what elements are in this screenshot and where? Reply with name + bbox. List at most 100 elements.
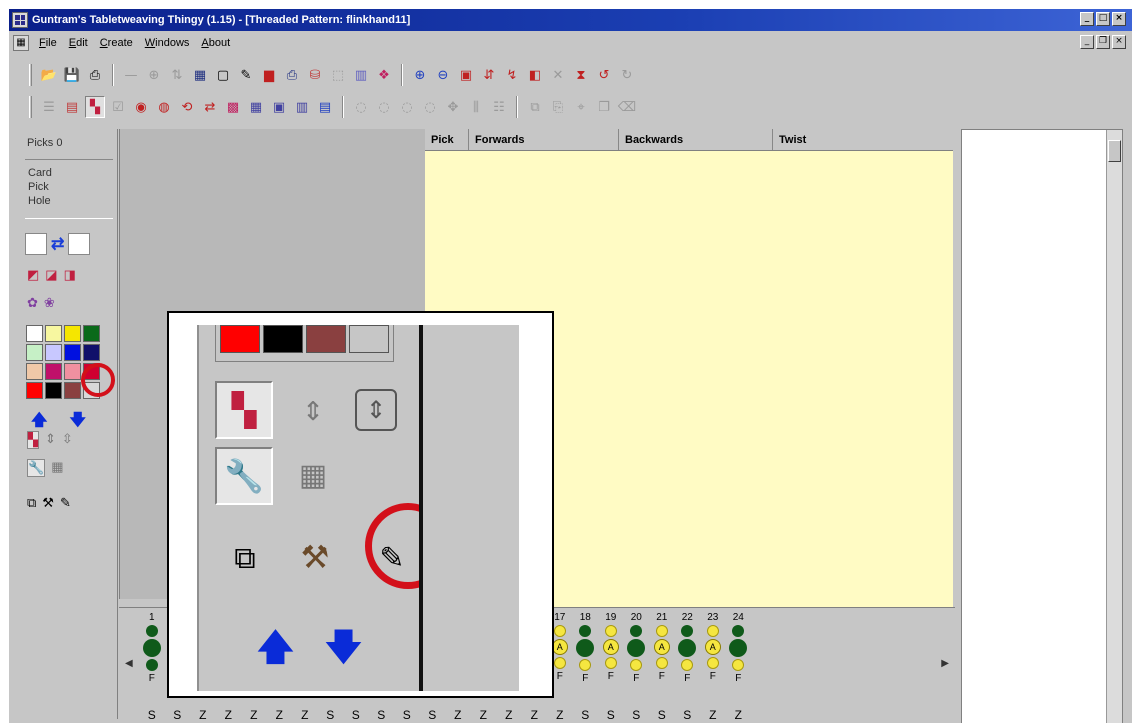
thread-hole-yellow[interactable] <box>553 657 566 669</box>
sz-threading-label[interactable]: S <box>318 708 344 722</box>
thread-hole-yellow[interactable] <box>630 659 643 671</box>
background-color-swatch[interactable] <box>68 233 91 255</box>
thread-hole-green[interactable] <box>630 625 643 637</box>
weave-view-icon[interactable]: ▚ <box>85 96 105 118</box>
thread-hole-green-large[interactable] <box>576 639 595 657</box>
split-icon[interactable]: ⫼ <box>466 96 486 118</box>
arrow-up-icon[interactable]: 🡅 <box>31 409 47 436</box>
card-column[interactable]: 1F <box>139 612 165 684</box>
zoom-vertical-arrows-icon[interactable]: ⇕ <box>295 391 331 431</box>
zoom-weave-mode-icon[interactable]: ▚ <box>215 381 273 439</box>
palette-swatch[interactable] <box>26 363 43 380</box>
column-backwards[interactable]: Backwards <box>619 129 773 150</box>
thread-hole-yellow[interactable] <box>706 657 719 669</box>
maximize-button[interactable]: □ <box>1096 12 1110 26</box>
column-twist[interactable]: Twist <box>773 129 953 150</box>
close-button[interactable]: × <box>1112 12 1126 26</box>
card-direction[interactable]: F <box>710 672 716 682</box>
undo-icon[interactable]: ↺ <box>594 64 614 86</box>
turn-icon[interactable]: ↯ <box>502 64 522 86</box>
thread-hole-green[interactable] <box>681 625 694 637</box>
sz-threading-label[interactable]: Z <box>216 708 242 722</box>
card-column[interactable]: 22 F <box>675 612 701 684</box>
card-column[interactable]: 18 F <box>573 612 599 684</box>
sz-threading-label[interactable]: Z <box>471 708 497 722</box>
card-direction[interactable]: F <box>684 674 690 684</box>
sz-threading-label[interactable]: S <box>139 708 165 722</box>
palette-swatch[interactable] <box>64 363 81 380</box>
sz-threading-label[interactable]: Z <box>496 708 522 722</box>
pattern-a-icon[interactable]: ▩ <box>223 96 243 118</box>
open-icon[interactable]: 📂 <box>39 64 59 86</box>
disabled-tool-2-icon[interactable]: ◌ <box>374 96 394 118</box>
thread-hole-yellow[interactable] <box>604 657 617 669</box>
card-column[interactable]: 24 F <box>726 612 752 684</box>
edit-cards-icon[interactable]: ✎ <box>60 495 71 511</box>
arrow-down-icon[interactable]: 🡇 <box>69 409 85 436</box>
menu-edit[interactable]: Edit <box>63 37 94 49</box>
mdi-close-button[interactable]: × <box>1112 35 1126 49</box>
tag-icon[interactable]: ✎ <box>236 64 256 86</box>
card-column[interactable]: 19 A F <box>598 612 624 684</box>
sz-threading-label[interactable]: S <box>394 708 420 722</box>
card-direction[interactable]: F <box>608 672 614 682</box>
sz-threading-label[interactable]: S <box>675 708 701 722</box>
pattern-c-icon[interactable]: ▣ <box>269 96 289 118</box>
palette-swatch[interactable] <box>26 325 43 342</box>
copy-icon[interactable]: ⧉ <box>525 96 545 118</box>
zoom-in-icon[interactable]: ⊕ <box>410 64 430 86</box>
hammer-cards-icon[interactable]: ⚒ <box>42 495 54 511</box>
sz-threading-label[interactable]: S <box>165 708 191 722</box>
list-view-icon[interactable]: ☰ <box>39 96 59 118</box>
toolbar-grip[interactable] <box>29 64 32 86</box>
zoom-palette-swatch[interactable] <box>220 325 260 353</box>
line-tool-icon[interactable]: — <box>121 64 141 86</box>
thread-hole-marked[interactable]: A <box>602 639 619 655</box>
thread-hole-yellow[interactable] <box>604 625 617 637</box>
circle-tool-icon[interactable]: ⊕ <box>144 64 164 86</box>
grid-icon[interactable]: ▦ <box>51 459 63 477</box>
thread-hole-green[interactable] <box>145 625 158 637</box>
layers-icon[interactable]: ◧ <box>525 64 545 86</box>
palette-swatch[interactable] <box>45 344 62 361</box>
color-tool-3-icon[interactable]: ◨ <box>64 267 76 283</box>
color-fill-icon[interactable]: ▆ <box>259 64 279 86</box>
scrollbar-thumb[interactable] <box>1108 140 1121 162</box>
thread-hole-yellow[interactable] <box>553 625 566 637</box>
thread-hole-marked[interactable]: A <box>704 639 721 655</box>
thread-hole-yellow[interactable] <box>579 659 592 671</box>
color-tool-1-icon[interactable]: ◩ <box>27 267 39 283</box>
sz-threading-label[interactable]: S <box>573 708 599 722</box>
sz-threading-label[interactable]: S <box>343 708 369 722</box>
card-direction[interactable]: F <box>735 674 741 684</box>
menu-file[interactable]: File <box>33 37 63 49</box>
menu-windows[interactable]: Windows <box>139 37 196 49</box>
pattern-b-icon[interactable]: ▦ <box>246 96 266 118</box>
thread-hole-green[interactable] <box>579 625 592 637</box>
thread-hole-yellow[interactable] <box>655 657 668 669</box>
sz-threading-label[interactable]: Z <box>547 708 573 722</box>
sz-threading-label[interactable]: Z <box>445 708 471 722</box>
toolbar-grip[interactable] <box>29 96 32 118</box>
card-direction[interactable]: F <box>659 672 665 682</box>
swap-colors-icon[interactable]: ⇄ <box>51 234 64 254</box>
card-front-icon[interactable]: ◉ <box>131 96 151 118</box>
column-pick[interactable]: Pick <box>425 129 469 150</box>
thread-hole-marked[interactable]: A <box>551 639 568 655</box>
sz-threading-label[interactable]: S <box>369 708 395 722</box>
palette-swatch[interactable] <box>64 344 81 361</box>
sz-threading-label[interactable]: Z <box>292 708 318 722</box>
thread-hole-green-large[interactable] <box>627 639 646 657</box>
table-view-icon[interactable]: ▤ <box>62 96 82 118</box>
zoom-hammer-cards-icon[interactable]: ⚒ <box>291 533 339 581</box>
disabled-tool-3-icon[interactable]: ◌ <box>397 96 417 118</box>
card-direction[interactable]: F <box>557 672 563 682</box>
hourglass-icon[interactable]: ⧗ <box>571 64 591 86</box>
palette-swatch[interactable] <box>83 325 100 342</box>
sz-threading-label[interactable]: Z <box>190 708 216 722</box>
align-icon[interactable]: ☷ <box>489 96 509 118</box>
printer-color-icon[interactable]: ⎙ <box>282 64 302 86</box>
column-forwards[interactable]: Forwards <box>469 129 619 150</box>
card-direction[interactable]: F <box>633 674 639 684</box>
thread-hole-yellow[interactable] <box>706 625 719 637</box>
